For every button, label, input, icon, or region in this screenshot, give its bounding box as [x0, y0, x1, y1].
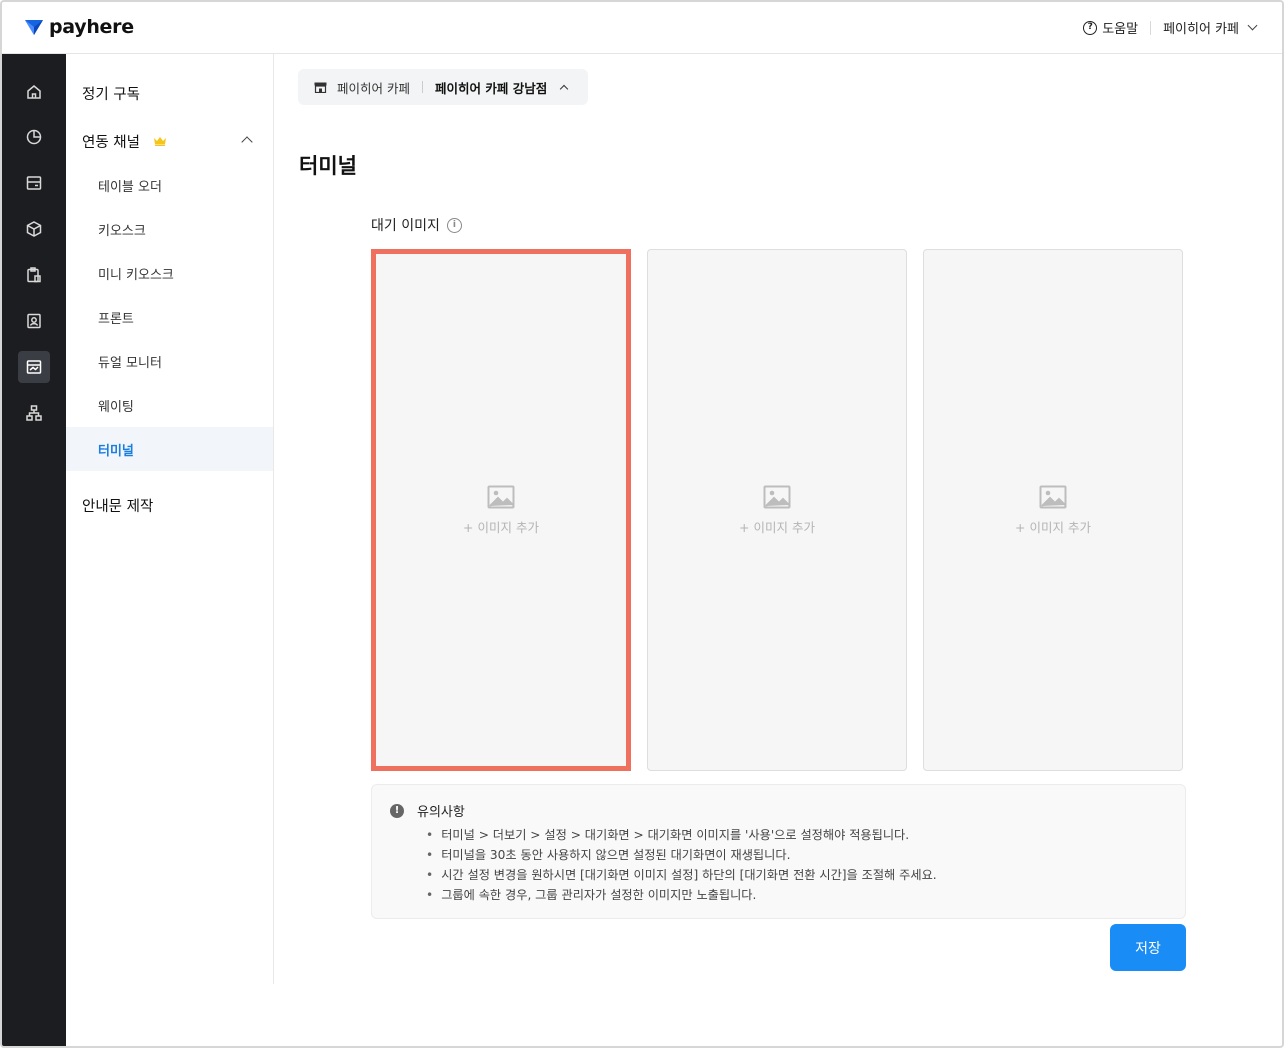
page-title: 터미널	[299, 154, 357, 178]
add-image-label: + 이미지 추가	[739, 519, 815, 535]
header-actions: ? 도움말 페이히어 카페	[1083, 18, 1258, 37]
icon-rail	[2, 54, 66, 1046]
save-button[interactable]: 저장	[1110, 924, 1186, 971]
sidebar-item-label: 터미널	[98, 443, 134, 459]
sidebar-item-label: 미니 키오스크	[98, 267, 174, 283]
image-slot-2[interactable]: + 이미지 추가	[647, 249, 907, 771]
sidebar-item-kiosk[interactable]: 키오스크	[66, 207, 273, 251]
payhere-logo-icon	[25, 20, 43, 35]
store-name: 페이히어 카페 강남점	[434, 80, 548, 96]
header-divider	[1150, 20, 1152, 35]
sidebar-item-label: 테이블 오더	[98, 179, 162, 195]
sidebar-item-label: 키오스크	[98, 223, 146, 239]
chevron-down-icon	[1247, 20, 1258, 31]
info-icon[interactable]: i	[446, 217, 462, 233]
sidebar: 정기 구독 연동 채널 테이블 오더 키오스크 미니 키오스크 프론트 듀얼 모…	[66, 54, 274, 984]
sidebar-item-table-order[interactable]: 테이블 오더	[66, 163, 273, 207]
notice-list: 터미널 > 더보기 > 설정 > 대기화면 > 대기화면 이미지를 '사용'으로…	[426, 825, 937, 905]
rail-item-home[interactable]	[18, 76, 50, 108]
image-placeholder-icon	[487, 485, 515, 508]
account-label: 페이히어 카페	[1163, 22, 1239, 37]
store-brand: 페이히어 카페	[337, 80, 410, 96]
crown-icon	[153, 137, 166, 146]
sidebar-item-mini-kiosk[interactable]: 미니 키오스크	[66, 251, 273, 295]
chevron-up-icon[interactable]	[241, 136, 253, 148]
notice-header: ! 유의사항	[390, 801, 465, 820]
sidebar-item-label: 웨이팅	[98, 399, 134, 415]
card-reader-icon	[26, 176, 42, 190]
notice-item: 터미널 > 더보기 > 설정 > 대기화면 > 대기화면 이미지를 '사용'으로…	[426, 825, 937, 845]
sidebar-item-label: 정기 구독	[82, 87, 140, 103]
sidebar-item-dual-monitor[interactable]: 듀얼 모니터	[66, 339, 273, 383]
image-slot-3[interactable]: + 이미지 추가	[923, 249, 1183, 771]
notice-item: 그룹에 속한 경우, 그룹 관리자가 설정한 이미지만 노출됩니다.	[426, 885, 937, 905]
app-window: payhere ? 도움말 페이히어 카페 정기 구독 연동 채널 테이블 오더…	[0, 0, 1284, 1048]
notice-item: 시간 설정 변경을 원하시면 [대기화면 이미지 설정] 하단의 [대기화면 전…	[426, 865, 936, 885]
logo-text: payhere	[49, 16, 134, 38]
store-icon	[314, 82, 327, 93]
box-icon	[26, 221, 42, 237]
notice-box: ! 유의사항 터미널 > 더보기 > 설정 > 대기화면 > 대기화면 이미지를…	[371, 784, 1186, 919]
image-placeholder-icon	[1039, 485, 1067, 508]
top-bar: payhere ? 도움말 페이히어 카페	[2, 2, 1282, 54]
sidebar-item-subscription[interactable]: 정기 구독	[82, 83, 140, 104]
rail-item-products[interactable]	[18, 213, 50, 245]
sidebar-item-notice-making[interactable]: 안내문 제작	[82, 495, 153, 516]
section-label: 대기 이미지 i	[371, 215, 462, 235]
notice-title: 유의사항	[417, 805, 465, 820]
pie-chart-icon	[26, 129, 42, 145]
sidebar-item-terminal[interactable]: 터미널	[66, 427, 273, 471]
home-icon	[27, 85, 41, 99]
store-selector[interactable]: 페이히어 카페 페이히어 카페 강남점	[298, 69, 588, 105]
rail-item-customers[interactable]	[18, 305, 50, 337]
question-circle-icon: ?	[1083, 20, 1098, 35]
rail-item-inventory[interactable]	[18, 259, 50, 291]
sidebar-item-waiting[interactable]: 웨이팅	[66, 383, 273, 427]
add-image-label: + 이미지 추가	[1015, 519, 1091, 535]
sidebar-item-label: 안내문 제작	[82, 499, 154, 515]
clipboard-icon	[27, 267, 41, 283]
section-label-text: 대기 이미지	[371, 218, 440, 234]
chevron-up-icon	[559, 84, 569, 93]
account-menu[interactable]: 페이히어 카페	[1163, 18, 1258, 37]
help-button[interactable]: ? 도움말	[1083, 18, 1138, 37]
network-icon	[26, 405, 42, 421]
sidebar-group-label: 연동 채널	[82, 135, 140, 151]
sidebar-group-linked-channels[interactable]: 연동 채널	[82, 131, 167, 152]
contact-icon	[27, 313, 41, 329]
sidebar-item-label: 듀얼 모니터	[98, 355, 162, 371]
image-slot-1[interactable]: + 이미지 추가	[371, 249, 631, 771]
rail-item-payments[interactable]	[18, 167, 50, 199]
image-placeholder-icon	[763, 485, 791, 508]
alert-circle-icon: !	[390, 803, 404, 818]
help-label: 도움말	[1102, 22, 1139, 37]
add-image-label: + 이미지 추가	[463, 519, 539, 535]
rail-item-stats[interactable]	[18, 121, 50, 153]
rail-item-channels[interactable]	[18, 351, 50, 383]
notice-item: 터미널을 30초 동안 사용하지 않으면 설정된 대기화면이 재생됩니다.	[426, 845, 937, 865]
sidebar-item-label: 프론트	[98, 311, 134, 327]
rail-item-organization[interactable]	[18, 397, 50, 429]
store-display-icon	[26, 360, 42, 374]
logo[interactable]: payhere	[24, 16, 134, 38]
store-divider	[421, 81, 423, 93]
sidebar-item-front[interactable]: 프론트	[66, 295, 273, 339]
